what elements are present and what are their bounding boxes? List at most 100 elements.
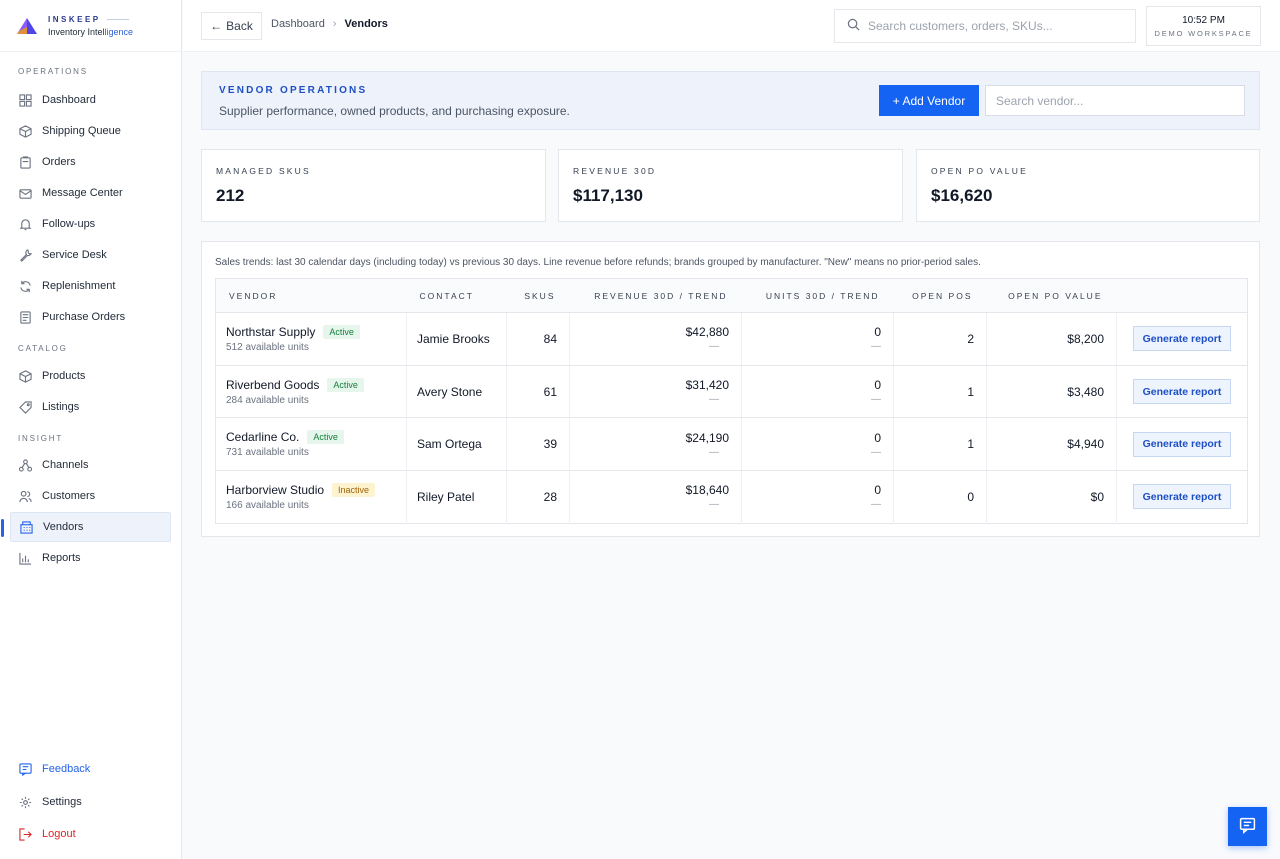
global-search-input[interactable] <box>868 19 1128 33</box>
chat-button[interactable] <box>1228 807 1267 846</box>
sidebar-item-listings[interactable]: Listings <box>10 392 171 422</box>
vendor-cell: Northstar Supply Active 512 available uni… <box>215 312 407 366</box>
back-button[interactable]: ← Back <box>201 12 262 40</box>
vendor-table-card: Sales trends: last 30 calendar days (inc… <box>201 241 1260 537</box>
sidebar-item-label: Customers <box>42 490 96 502</box>
search-icon <box>847 18 860 34</box>
vendor-search-input[interactable] <box>985 85 1245 116</box>
sidebar-item-label: Vendors <box>43 521 84 533</box>
open-pos-cell: 0 <box>893 470 987 524</box>
vendor-operations-header: VENDOR OPERATIONS Supplier performance, … <box>201 71 1260 130</box>
global-search[interactable] <box>834 9 1136 43</box>
sidebar-item-label: Listings <box>42 401 80 413</box>
open-pos-cell: 1 <box>893 417 987 472</box>
sidebar-item-settings[interactable]: Settings <box>10 787 172 817</box>
status-badge: Active <box>307 430 344 445</box>
action-cell: Generate report <box>1116 312 1248 366</box>
sidebar-item-reports[interactable]: Reports <box>10 543 171 573</box>
units-trend: — <box>871 341 881 353</box>
bar-chart-icon <box>18 551 32 565</box>
sidebar-item-message-center[interactable]: Message Center <box>10 178 171 208</box>
document-icon <box>18 310 32 324</box>
sidebar-item-products[interactable]: Products <box>10 361 171 391</box>
brand[interactable]: INSKEEP Inventory Intelligence <box>0 0 181 52</box>
vendor-name[interactable]: Harborview Studio <box>226 483 324 497</box>
open-po-value-cell: $8,200 <box>986 312 1117 366</box>
breadcrumb: Dashboard › Vendors <box>271 18 388 30</box>
action-cell: Generate report <box>1117 471 1248 524</box>
units-cell: 0— <box>741 470 894 524</box>
units-value: 0 <box>874 378 881 393</box>
package-icon <box>18 124 32 138</box>
sidebar: INSKEEP Inventory Intelligence OPERATION… <box>0 0 182 859</box>
sidebar-item-customers[interactable]: Customers <box>10 481 171 511</box>
revenue-trend: — <box>709 499 719 511</box>
generate-report-button[interactable]: Generate report <box>1133 326 1231 352</box>
sidebar-item-orders[interactable]: Orders <box>10 147 171 177</box>
topbar: ← Back Dashboard › Vendors 10:52 PM DEMO… <box>183 0 1280 52</box>
sidebar-item-label: Logout <box>42 828 76 840</box>
column-header[interactable]: OPEN PO VALUE <box>986 278 1117 313</box>
column-header[interactable]: OPEN POS <box>893 278 987 313</box>
table-row[interactable]: Northstar Supply Active 512 available uni… <box>215 312 1248 366</box>
units-value: 0 <box>874 483 881 498</box>
gear-icon <box>18 795 32 809</box>
status-badge: Active <box>327 377 364 392</box>
table-row[interactable]: Riverbend Goods Active 284 available unit… <box>215 365 1248 419</box>
open-pos-cell: 2 <box>893 312 987 366</box>
revenue-value: $31,420 <box>685 378 729 393</box>
sidebar-item-label: Feedback <box>42 763 91 775</box>
stat-managed-skus: MANAGED SKUS 212 <box>201 149 546 222</box>
status-badge: Active <box>323 324 360 339</box>
sidebar-item-vendors[interactable]: Vendors <box>1 512 171 542</box>
contact-cell: Sam Ortega <box>406 417 507 472</box>
sidebar-item-channels[interactable]: Channels <box>10 450 171 480</box>
column-header[interactable]: UNITS 30D / TREND <box>741 278 894 313</box>
units-trend: — <box>871 499 881 511</box>
table-header-row: VENDOR CONTACT SKUS REVENUE 30D / TREND … <box>215 278 1248 313</box>
units-cell: 0— <box>741 312 894 366</box>
units-trend: — <box>871 394 881 406</box>
column-header <box>1116 278 1248 313</box>
vendor-name[interactable]: Northstar Supply <box>226 325 315 339</box>
sidebar-item-service-desk[interactable]: Service Desk <box>10 240 171 270</box>
sidebar-item-follow-ups[interactable]: Follow-ups <box>10 209 171 239</box>
table-row[interactable]: Cedarline Co. Active 731 available units … <box>215 417 1248 472</box>
grid-icon <box>18 93 32 107</box>
generate-report-button[interactable]: Generate report <box>1133 484 1231 510</box>
sidebar-item-shipping-queue[interactable]: Shipping Queue <box>10 116 171 146</box>
stat-label: MANAGED SKUS <box>216 166 311 176</box>
back-label: Back <box>226 19 253 33</box>
column-header[interactable]: VENDOR <box>215 278 407 313</box>
breadcrumb-dashboard[interactable]: Dashboard <box>271 18 325 30</box>
breadcrumb-current: Vendors <box>344 18 388 30</box>
add-vendor-button[interactable]: + Add Vendor <box>879 85 979 116</box>
sidebar-item-replenishment[interactable]: Replenishment <box>10 271 171 301</box>
vendor-table: VENDOR CONTACT SKUS REVENUE 30D / TREND … <box>215 278 1248 524</box>
column-header[interactable]: CONTACT <box>406 278 507 313</box>
vendor-name[interactable]: Cedarline Co. <box>226 430 299 444</box>
clock-time: 10:52 PM <box>1182 14 1225 26</box>
sidebar-item-feedback[interactable]: Feedback <box>10 754 172 784</box>
column-header[interactable]: REVENUE 30D / TREND <box>569 278 742 313</box>
sidebar-item-label: Service Desk <box>42 249 107 261</box>
contact-cell: Riley Patel <box>406 470 507 524</box>
generate-report-button[interactable]: Generate report <box>1133 379 1231 405</box>
contact-cell: Avery Stone <box>406 365 507 419</box>
sidebar-item-label: Dashboard <box>42 94 96 106</box>
generate-report-button[interactable]: Generate report <box>1133 431 1231 457</box>
units-value: 0 <box>874 325 881 340</box>
stat-value: $16,620 <box>931 186 993 205</box>
action-cell: Generate report <box>1116 365 1248 419</box>
revenue-cell: $18,640— <box>569 470 742 524</box>
sidebar-item-dashboard[interactable]: Dashboard <box>10 85 171 115</box>
action-cell: Generate report <box>1116 417 1248 472</box>
vendor-cell: Riverbend Goods Active 284 available unit… <box>215 365 407 419</box>
column-header[interactable]: SKUS <box>506 278 570 313</box>
table-row[interactable]: Harborview Studio Inactive 166 available … <box>215 470 1248 524</box>
sidebar-item-logout[interactable]: Logout <box>10 819 172 849</box>
vendor-name[interactable]: Riverbend Goods <box>226 378 319 392</box>
sidebar-item-purchase-orders[interactable]: Purchase Orders <box>10 302 171 332</box>
open-po-value-cell: $3,480 <box>986 365 1117 419</box>
sidebar-item-label: Purchase Orders <box>42 311 126 323</box>
